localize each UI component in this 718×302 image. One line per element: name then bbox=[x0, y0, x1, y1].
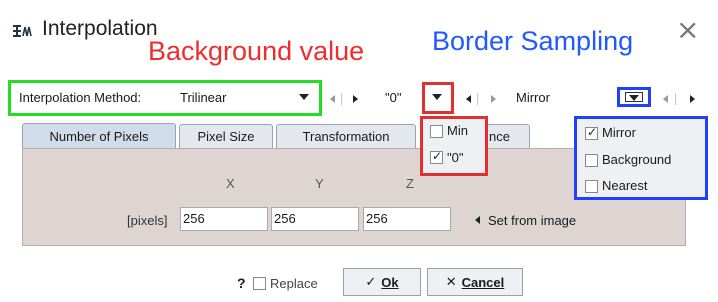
border-dropdown-icon[interactable] bbox=[629, 95, 639, 101]
column-z-header: Z bbox=[406, 176, 414, 191]
cancel-button[interactable]: ✕ Cancel bbox=[427, 268, 523, 296]
menu-item-nearest-checkbox[interactable] bbox=[585, 180, 598, 193]
pixels-z-field[interactable]: 256 bbox=[363, 207, 451, 231]
x-icon: ✕ bbox=[445, 274, 457, 290]
pixels-row-label: [pixels] bbox=[127, 213, 168, 228]
tab-number-of-pixels[interactable]: Number of Pixels bbox=[22, 123, 176, 149]
replace-checkbox[interactable] bbox=[253, 277, 266, 290]
ok-button-label: Ok bbox=[381, 274, 399, 290]
pixels-y-field[interactable]: 256 bbox=[271, 207, 359, 231]
check-icon: ✓ bbox=[365, 274, 377, 290]
toolbar-separator bbox=[675, 93, 676, 105]
border-next-icon[interactable] bbox=[690, 95, 695, 103]
close-icon[interactable]: × bbox=[676, 16, 699, 44]
ok-button[interactable]: ✓ Ok bbox=[343, 268, 421, 296]
border-sampling-field[interactable]: Mirror bbox=[516, 90, 550, 105]
menu-item-nearest[interactable]: Nearest bbox=[602, 178, 648, 193]
menu-item-min[interactable]: Min bbox=[447, 123, 468, 138]
menu-item-zero[interactable]: "0" bbox=[447, 150, 463, 165]
interpolation-method-select[interactable]: Trilinear bbox=[180, 90, 226, 105]
menu-item-background-checkbox[interactable] bbox=[585, 154, 598, 167]
border-prev-icon[interactable] bbox=[663, 95, 668, 103]
help-icon[interactable]: ? bbox=[237, 275, 246, 291]
tab-pixel-size[interactable]: Pixel Size bbox=[179, 124, 273, 148]
column-x-header: X bbox=[226, 176, 235, 191]
menu-item-zero-checkbox[interactable] bbox=[430, 149, 443, 164]
cancel-button-label: Cancel bbox=[461, 274, 505, 290]
tab-transformation[interactable]: Transformation bbox=[276, 124, 416, 148]
toolbar-separator bbox=[477, 93, 478, 105]
background-prev-icon[interactable] bbox=[466, 95, 471, 103]
toolbar-separator bbox=[341, 93, 342, 105]
menu-item-background[interactable]: Background bbox=[602, 152, 671, 167]
background-next-icon[interactable] bbox=[491, 95, 496, 103]
menu-item-mirror[interactable]: Mirror bbox=[602, 125, 636, 140]
method-dropdown-icon[interactable] bbox=[299, 94, 309, 100]
method-prev-icon[interactable] bbox=[330, 95, 335, 103]
menu-item-mirror-checkbox[interactable] bbox=[585, 125, 598, 140]
pixels-x-field[interactable]: 256 bbox=[180, 207, 268, 231]
method-next-icon[interactable] bbox=[353, 95, 358, 103]
interpolation-icon bbox=[12, 24, 32, 38]
set-from-image-icon[interactable] bbox=[475, 216, 480, 224]
annotation-background-value: Background value bbox=[148, 36, 365, 66]
annotation-border-sampling: Border Sampling bbox=[432, 26, 634, 56]
column-y-header: Y bbox=[315, 176, 324, 191]
menu-item-min-checkbox[interactable] bbox=[430, 125, 443, 138]
replace-label: Replace bbox=[270, 276, 318, 291]
set-from-image-button[interactable]: Set from image bbox=[488, 213, 576, 228]
dialog-title: Interpolation bbox=[42, 17, 158, 40]
background-dropdown-icon[interactable] bbox=[432, 94, 442, 100]
background-value-field[interactable]: "0" bbox=[385, 90, 401, 105]
interpolation-method-label: Interpolation Method: bbox=[19, 90, 142, 105]
